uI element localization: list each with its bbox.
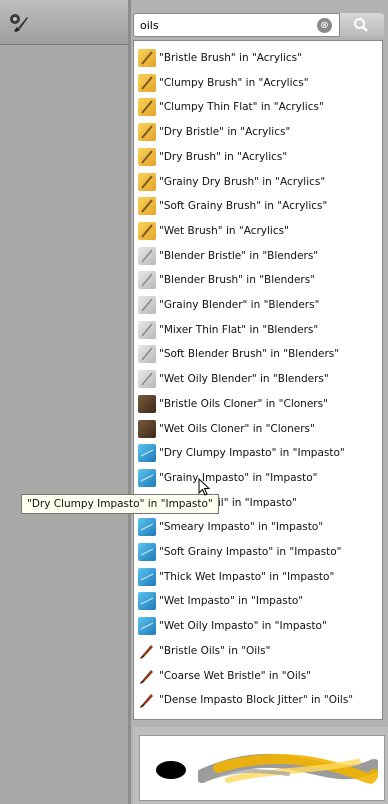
brush-selector-header (0, 0, 128, 45)
result-label: "Thick Wet Impasto" in "Impasto" (159, 570, 335, 583)
result-label: "Wet Brush" in "Acrylics" (159, 224, 289, 237)
left-panel (0, 0, 128, 804)
impasto-icon (138, 567, 156, 586)
result-label: "Dry Clumpy Impasto" in "Impasto" (159, 447, 345, 460)
acrylic-brush-icon (138, 98, 156, 117)
acrylic-brush-icon (138, 197, 156, 216)
result-item[interactable]: "Clumpy Brush" in "Acrylics" (134, 70, 382, 96)
impasto-icon (138, 592, 156, 611)
result-item[interactable]: "Bristle Oils" in "Oils" (134, 638, 382, 664)
result-item[interactable]: "Wet Oils Cloner" in "Cloners" (134, 416, 382, 442)
clear-search-button[interactable]: ⊗ (317, 18, 332, 33)
result-label: "Dry Brush" in "Acrylics" (159, 150, 288, 163)
result-label: "Dense Impasto Block Jitter" in "Oils" (159, 694, 354, 707)
result-label: "Wet Oily Impasto" in "Impasto" (159, 620, 327, 633)
search-results-list: "Bristle Brush" in "Acrylics" "Clumpy Bru… (133, 40, 383, 720)
acrylic-brush-icon (138, 172, 156, 191)
result-label: "Blender Bristle" in "Blenders" (159, 249, 319, 262)
result-item[interactable]: "Grainy Impasto" in "Impasto" (134, 465, 382, 491)
stroke-preview (139, 735, 385, 801)
result-label: "Wet Oily Blender" in "Blenders" (159, 373, 329, 386)
result-label: "Blender Brush" in "Blenders" (159, 274, 316, 287)
result-label: "Mixer Thin Flat" in "Blenders" (159, 323, 319, 336)
result-item[interactable]: "Smeary Impasto" in "Impasto" (134, 514, 382, 540)
result-item[interactable]: "Blender Brush" in "Blenders" (134, 267, 382, 293)
result-item[interactable]: "Dry Brush" in "Acrylics" (134, 144, 382, 170)
result-item[interactable]: "Dense Impasto Block Jitter" in "Oils" (134, 687, 382, 713)
mouse-cursor-icon (198, 478, 211, 496)
oils-brush-icon (138, 691, 156, 709)
result-item[interactable]: "Soft Grainy Brush" in "Acrylics" (134, 193, 382, 219)
impasto-icon (138, 617, 156, 636)
blender-icon (138, 370, 156, 389)
impasto-icon (138, 468, 156, 487)
result-label: "Wet Impasto" in "Impasto" (159, 595, 304, 608)
result-item[interactable]: "Coarse Wet Bristle" in "Oils" (134, 663, 382, 689)
blender-icon (138, 296, 156, 314)
brush-search-bar: ⊗ (133, 13, 384, 37)
acrylic-brush-icon (138, 73, 156, 92)
brush-variant-icon[interactable] (8, 12, 30, 34)
impasto-icon (138, 543, 156, 561)
search-input[interactable] (140, 17, 310, 33)
acrylic-brush-icon (138, 147, 156, 166)
result-label: "Grainy Blender" in "Blenders" (159, 299, 320, 311)
cloner-icon (138, 419, 156, 438)
result-label: "Grainy Dry Brush" in "Acrylics" (159, 175, 326, 188)
result-label: "Clumpy Thin Flat" in "Acrylics" (159, 101, 324, 114)
result-label: "Soft Blender Brush" in "Blenders" (159, 348, 340, 361)
result-label: "Bristle Brush" in "Acrylics" (159, 52, 302, 64)
result-item[interactable]: "Bristle Oils Cloner" in "Cloners" (134, 391, 382, 417)
result-item[interactable]: "Clumpy Thin Flat" in "Acrylics" (134, 94, 382, 120)
result-label: "Grainy Impasto" in "Impasto" (159, 471, 318, 484)
result-item[interactable]: "Thick Wet Impasto" in "Impasto" (134, 564, 382, 590)
blender-icon (138, 271, 156, 290)
stroke-preview-icon (198, 753, 378, 784)
acrylic-brush-icon (138, 49, 156, 67)
magnifier-icon (354, 18, 368, 32)
acrylic-brush-icon (138, 123, 156, 142)
result-label: "Smeary Impasto" in "Impasto" (159, 521, 324, 534)
result-label: "Bristle Oils" in "Oils" (159, 644, 271, 657)
brush-preview-area (133, 727, 388, 804)
result-item[interactable]: "Bristle Brush" in "Acrylics" (134, 45, 382, 71)
result-label: "Wet Oils Cloner" in "Cloners" (159, 422, 315, 435)
search-button[interactable] (339, 13, 384, 37)
result-item[interactable]: "Blender Bristle" in "Blenders" (134, 243, 382, 269)
result-item[interactable]: "Wet Brush" in "Acrylics" (134, 218, 382, 244)
acrylic-brush-icon (138, 221, 156, 240)
impasto-icon (138, 444, 156, 463)
result-label: "Soft Grainy Impasto" in "Impasto" (159, 546, 342, 558)
result-item[interactable]: "Wet Oily Impasto" in "Impasto" (134, 613, 382, 639)
blender-icon (138, 345, 156, 364)
oils-brush-icon (138, 667, 156, 685)
result-tooltip: "Dry Clumpy Impasto" in "Impasto" (21, 494, 219, 514)
result-item[interactable]: "Wet Impasto" in "Impasto" (134, 588, 382, 614)
impasto-icon (138, 518, 156, 537)
result-item[interactable]: "Soft Grainy Impasto" in "Impasto" (134, 539, 382, 565)
result-item[interactable]: "Grainy Dry Brush" in "Acrylics" (134, 169, 382, 195)
blender-icon (138, 246, 156, 265)
result-item[interactable]: "Grainy Blender" in "Blenders" (134, 292, 382, 318)
cloner-icon (138, 394, 156, 413)
result-item[interactable]: "Soft Blender Brush" in "Blenders" (134, 341, 382, 367)
result-label: "Clumpy Brush" in "Acrylics" (159, 76, 309, 89)
result-item[interactable]: "Wet Oily Blender" in "Blenders" (134, 366, 382, 392)
result-label: "Soft Grainy Brush" in "Acrylics" (159, 200, 328, 213)
dab-preview-icon (156, 761, 186, 779)
result-label: "Dry Bristle" in "Acrylics" (159, 126, 291, 139)
result-item[interactable]: "Dry Clumpy Impasto" in "Impasto" (134, 440, 382, 466)
result-item[interactable]: "Dry Bristle" in "Acrylics" (134, 119, 382, 145)
result-item[interactable]: "Mixer Thin Flat" in "Blenders" (134, 317, 382, 343)
blender-icon (138, 320, 156, 339)
result-label: "Coarse Wet Bristle" in "Oils" (159, 669, 311, 682)
oils-brush-icon (138, 642, 156, 660)
result-label: "Bristle Oils Cloner" in "Cloners" (159, 397, 328, 410)
